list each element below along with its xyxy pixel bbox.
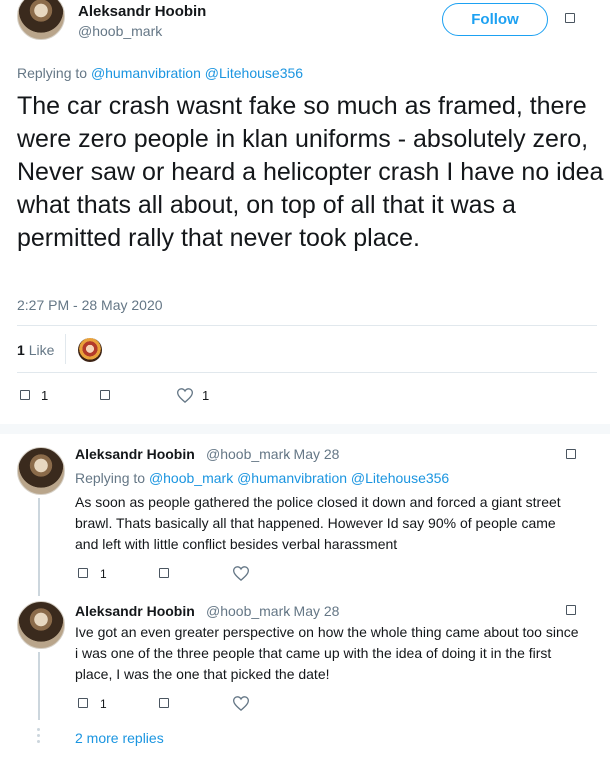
author-handle[interactable]: @hoob_mark [78,23,162,39]
likes-label: Like [28,342,55,358]
reply-text: Ive got an even greater perspective on h… [75,624,579,682]
more-options-icon[interactable] [565,13,575,23]
reply-text: As soon as people gathered the police cl… [75,494,561,552]
retweet-icon[interactable] [159,568,169,578]
reply-avatar[interactable] [17,447,65,495]
mention-link[interactable]: @humanvibration [237,470,347,486]
reply-author-handle[interactable]: @hoob_mark [206,446,290,462]
reply-icon[interactable] [20,390,30,400]
reply-icon[interactable] [78,698,88,708]
reply-icon[interactable] [78,568,88,578]
thread-line [38,498,40,596]
mention-link[interactable]: @Litehouse356 [351,470,449,486]
thread-line [38,652,40,720]
author-avatar[interactable] [17,0,65,40]
more-replies-link[interactable]: 2 more replies [75,730,164,746]
reply-author-name[interactable]: Aleksandr Hoobin [75,603,195,619]
reply-count: 1 [100,567,107,581]
retweet-icon[interactable] [159,698,169,708]
reply-date[interactable]: · May 28 [285,603,339,619]
mention-link[interactable]: @Litehouse356 [205,65,303,81]
replying-to-label: Replying to [75,470,146,486]
tweet-timestamp[interactable]: 2:27 PM - 28 May 2020 [17,297,163,313]
replying-to: Replying to @hoob_mark @humanvibration @… [75,470,449,486]
liker-avatar[interactable] [78,338,102,362]
tweet-text: The car crash wasnt fake so much as fram… [17,92,604,252]
author-name[interactable]: Aleksandr Hoobin [78,3,206,20]
like-count: 1 [202,388,210,403]
reply-avatar[interactable] [17,601,65,649]
divider [17,325,597,326]
reply-date[interactable]: · May 28 [285,446,339,462]
reply-count: 1 [41,388,49,403]
more-options-icon[interactable] [566,449,576,459]
reply-author-handle[interactable]: @hoob_mark [206,603,290,619]
replying-to: Replying to @humanvibration @Litehouse35… [17,65,303,81]
like-icon[interactable] [177,388,193,403]
retweet-icon[interactable] [100,390,110,400]
likes-count: 1 [17,342,25,358]
divider [0,424,610,434]
follow-button[interactable]: Follow [442,3,548,36]
divider [17,372,597,373]
mention-link[interactable]: @hoob_mark [149,470,233,486]
likes-summary[interactable]: 1 Like [17,342,54,358]
like-icon[interactable] [233,696,249,711]
divider [65,334,66,364]
more-options-icon[interactable] [566,605,576,615]
like-icon[interactable] [233,566,249,581]
reply-author-name[interactable]: Aleksandr Hoobin [75,446,195,462]
replying-to-label: Replying to [17,65,88,81]
mention-link[interactable]: @humanvibration [91,65,201,81]
reply-count: 1 [100,697,107,711]
thread-dots [37,728,41,746]
